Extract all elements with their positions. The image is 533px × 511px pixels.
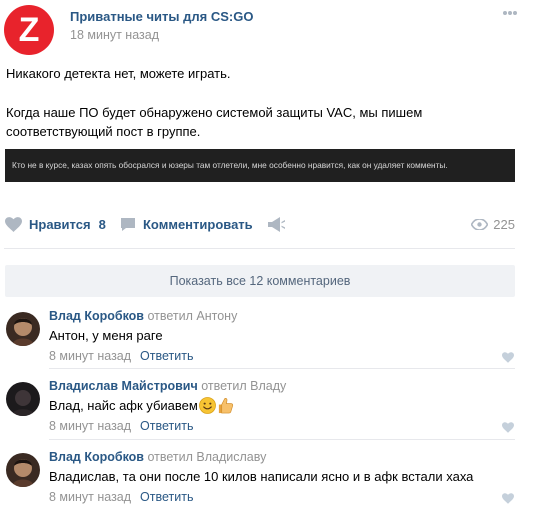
comment-author-line: Влад Коробков ответил Владиславу xyxy=(49,450,266,464)
comment-text: Владислав, та они после 10 килов написал… xyxy=(49,469,474,484)
comment-meta: 8 минут назад Ответить xyxy=(49,419,193,433)
share-icon xyxy=(268,216,285,232)
like-button[interactable]: Нравится 8 xyxy=(5,210,106,238)
smile-emoji-icon xyxy=(198,397,216,414)
views-counter: 225 xyxy=(471,210,515,238)
menu-dot-icon xyxy=(503,11,507,15)
group-name-link[interactable]: Приватные читы для CS:GO xyxy=(70,9,253,24)
commenter-avatar[interactable] xyxy=(6,382,40,416)
comment-time[interactable]: 8 минут назад xyxy=(49,349,131,363)
post-actions: Нравится 8 Комментировать 225 xyxy=(0,210,533,238)
show-all-comments-button[interactable]: Показать все 12 комментариев xyxy=(5,265,515,297)
eye-icon xyxy=(471,218,489,230)
comment-reply-button[interactable]: Ответить xyxy=(140,419,193,433)
divider xyxy=(49,368,515,369)
comment-like-icon[interactable] xyxy=(502,493,514,504)
comment-author-line: Влад Коробков ответил Антону xyxy=(49,309,237,323)
comment-reply-to[interactable]: ответил Владиславу xyxy=(147,450,266,464)
comment-item: Владислав Майстрович ответил Владу Влад,… xyxy=(0,377,533,447)
post-text-paragraph: Когда наше ПО будет обнаружено системой … xyxy=(6,105,423,139)
comment-author-link[interactable]: Владислав Майстрович xyxy=(49,379,198,393)
comment-author-link[interactable]: Влад Коробков xyxy=(49,450,144,464)
comment-button[interactable]: Комментировать xyxy=(120,210,253,238)
comment-reply-button[interactable]: Ответить xyxy=(140,490,193,504)
post-attached-image[interactable]: Кто не в курсе, казах опять обосрался и … xyxy=(5,149,515,182)
comment-reply-to[interactable]: ответил Владу xyxy=(201,379,286,393)
group-avatar-letter: Z xyxy=(18,11,40,49)
comment-text: Антон, у меня раге xyxy=(49,328,163,343)
thumbs-up-emoji-icon xyxy=(218,398,233,414)
post-text-line: Никакого детекта нет, можете играть. xyxy=(6,66,231,81)
comment-author-line: Владислав Майстрович ответил Владу xyxy=(49,379,286,393)
post-menu-button[interactable] xyxy=(503,11,517,15)
post-timestamp[interactable]: 18 минут назад xyxy=(70,28,159,42)
comment-text-content: Влад, найс афк убиавем xyxy=(49,398,198,413)
comment-text: Влад, найс афк убиавем xyxy=(49,396,234,415)
heart-icon xyxy=(5,216,22,232)
comment-like-icon[interactable] xyxy=(502,352,514,363)
comment-reply-to[interactable]: ответил Антону xyxy=(147,309,237,323)
group-avatar[interactable]: Z xyxy=(4,5,54,55)
comment-like-icon[interactable] xyxy=(502,422,514,433)
divider xyxy=(4,248,515,249)
comment-item: Влад Коробков ответил Владиславу Владисл… xyxy=(0,448,533,511)
menu-dot-icon xyxy=(513,11,517,15)
views-count: 225 xyxy=(493,216,515,232)
comment-icon xyxy=(121,217,135,231)
comment-author-link[interactable]: Влад Коробков xyxy=(49,309,144,323)
divider xyxy=(49,439,515,440)
comment-time[interactable]: 8 минут назад xyxy=(49,419,131,433)
comment-meta: 8 минут назад Ответить xyxy=(49,349,193,363)
comment-meta: 8 минут назад Ответить xyxy=(49,490,193,504)
comment-item: Влад Коробков ответил Антону Антон, у ме… xyxy=(0,307,533,377)
post-header: Z Приватные читы для CS:GO 18 минут наза… xyxy=(4,5,529,55)
like-count: 8 xyxy=(98,216,106,232)
share-button[interactable] xyxy=(268,210,285,238)
commenter-avatar[interactable] xyxy=(6,312,40,346)
commenter-avatar[interactable] xyxy=(6,453,40,487)
comment-time[interactable]: 8 минут назад xyxy=(49,490,131,504)
comment-label: Комментировать xyxy=(143,216,253,232)
menu-dot-icon xyxy=(508,11,512,15)
comment-reply-button[interactable]: Ответить xyxy=(140,349,193,363)
attached-image-text: Кто не в курсе, казах опять обосрался и … xyxy=(12,160,448,170)
like-label: Нравится xyxy=(29,216,91,232)
